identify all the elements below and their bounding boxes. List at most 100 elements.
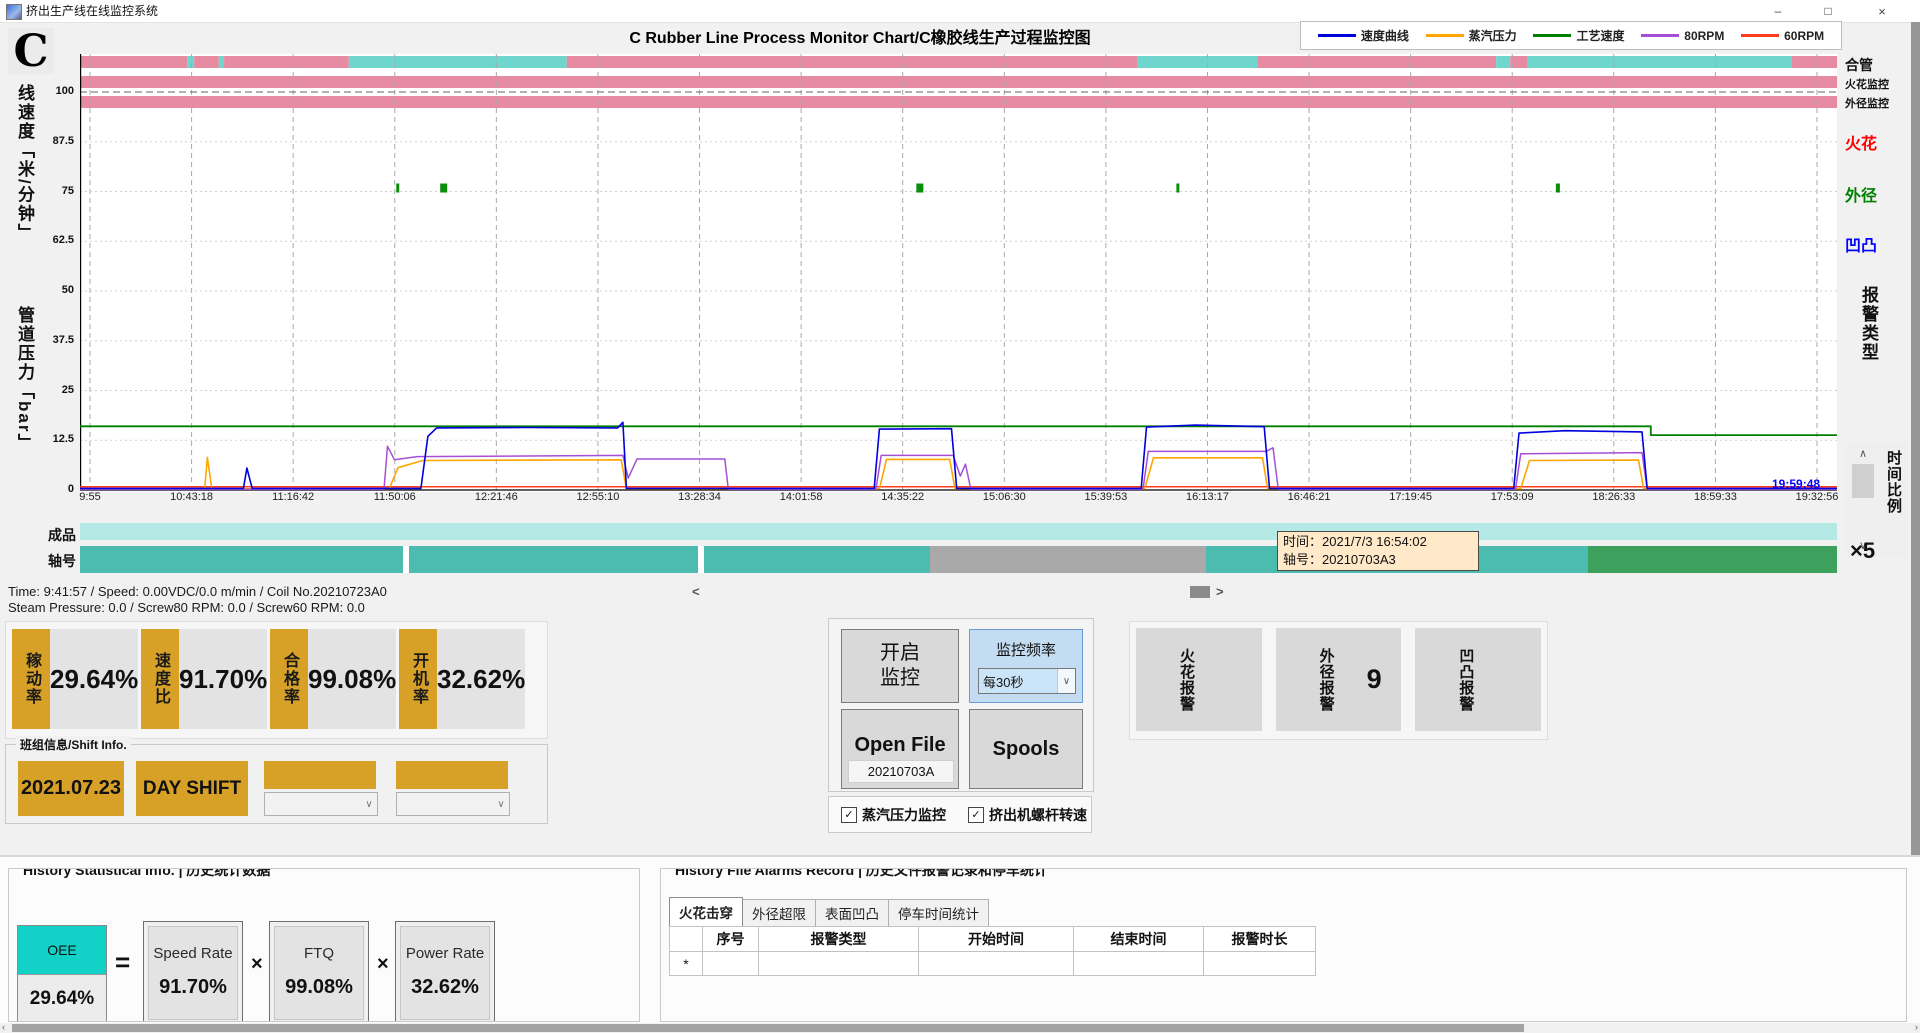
spools-label: Spools	[993, 738, 1060, 761]
monitor-frequency-panel: 监控频率 每30秒 ∨	[969, 629, 1083, 703]
row-selector[interactable]: *	[669, 952, 703, 976]
kpi-box: 速度比91.70%	[141, 629, 257, 729]
alarms-record-title: History File Alarms Record | 历史文件报警记录和停车…	[671, 868, 1052, 880]
y-axis-label-line-speed: 线速度「米/分钟」	[12, 84, 37, 243]
chevron-down-icon: ∨	[361, 799, 377, 810]
scroll-up-icon[interactable]: ∧	[1859, 446, 1867, 462]
monitor-options-panel: ✓ 蒸汽压力监控 ✓ 挤出机螺杆转速	[828, 796, 1092, 833]
alarms-table: 序号报警类型开始时间结束时间报警时长*	[669, 926, 1316, 976]
table-cell	[759, 952, 919, 976]
factor-value: 91.70%	[159, 976, 227, 999]
shift-extra-box-2	[396, 761, 508, 789]
legend-label: 60RPM	[1784, 29, 1824, 43]
legend-line-swatch	[1641, 34, 1679, 37]
scroll-left-icon[interactable]: ‹	[2, 1022, 5, 1032]
app-icon	[6, 4, 22, 20]
shift-group-title: 班组信息/Shift Info.	[16, 736, 131, 753]
page-horizontal-scrollbar[interactable]: ‹ ›	[0, 1023, 1920, 1033]
od-alarm-mark	[440, 184, 447, 193]
kpi-value: 32.62%	[437, 629, 525, 729]
od-alarm-mark	[1556, 184, 1560, 193]
chart-scroll-right-icon[interactable]: >	[1216, 584, 1224, 599]
shift-extra-box-1	[264, 761, 376, 789]
process-monitor-chart[interactable]	[80, 54, 1837, 494]
spool-tooltip: 时间：2021/7/3 16:54:02 轴号：20210703A3	[1277, 531, 1479, 571]
column-header: 序号	[703, 926, 759, 952]
factor-box: Speed Rate91.70%	[143, 921, 243, 1022]
band-segment	[704, 546, 931, 573]
legend-line-swatch	[1741, 34, 1779, 37]
steam-pressure-checkbox-item[interactable]: ✓ 蒸汽压力监控	[841, 805, 946, 825]
minimize-button[interactable]: –	[1756, 0, 1800, 22]
chevron-down-icon: ∨	[493, 799, 509, 810]
kpi-value: 29.64%	[50, 629, 138, 729]
factor-value: 32.62%	[411, 976, 479, 999]
oee-value: 29.64%	[18, 974, 106, 1022]
chart-legend: 速度曲线蒸汽压力工艺速度80RPM60RPM	[1300, 21, 1842, 50]
factor-label: Power Rate	[406, 945, 484, 962]
row-label-spool: 轴号	[28, 551, 76, 571]
close-button[interactable]: ×	[1860, 0, 1904, 22]
spools-button[interactable]: Spools	[969, 709, 1083, 789]
y-axis-tick-label: 75	[62, 185, 74, 197]
start-monitor-button[interactable]: 开启 监控	[841, 629, 959, 703]
tooltip-spool: 轴号：20210703A3	[1283, 551, 1473, 569]
table-cell	[1204, 952, 1316, 976]
row-selector-header	[669, 926, 703, 952]
table-cell	[703, 952, 759, 976]
maximize-button[interactable]: □	[1806, 0, 1850, 22]
chart-current-time: 19:59:48	[1772, 477, 1820, 491]
y-axis-tick-label: 87.5	[53, 135, 74, 147]
y-axis-label-pipe-pressure: 管道压力「bar」	[12, 306, 37, 452]
title-bar: 挤出生产线在线监控系统 – □ ×	[0, 0, 1920, 23]
legend-label: 80RPM	[1684, 29, 1724, 43]
monitor-frequency-label: 监控频率	[970, 639, 1082, 660]
time-scale-scrollbar-thumb[interactable]	[1852, 464, 1874, 498]
checkbox-checked-icon[interactable]: ✓	[968, 807, 984, 823]
label-bump-alarm: 凹凸	[1845, 232, 1877, 256]
tab-4[interactable]: 停车时间统计	[889, 899, 989, 927]
alarms-tab-strip: 火花击穿外径超限表面凹凸停车时间统计	[669, 897, 989, 927]
checkbox-checked-icon[interactable]: ✓	[841, 807, 857, 823]
legend-item: 蒸汽压力	[1426, 27, 1517, 44]
scroll-right-icon[interactable]: ›	[1915, 1022, 1918, 1032]
chart-scroll-left-icon[interactable]: <	[692, 584, 700, 599]
status-line2: Steam Pressure: 0.0 / Screw80 RPM: 0.0 /…	[8, 600, 387, 616]
oee-label: OEE	[18, 926, 106, 974]
y-axis-tick-label: 37.5	[53, 334, 74, 346]
kpi-panel: 稼动率29.64%速度比91.70% 合格率99.08%开机率32.62%	[5, 621, 548, 739]
page-scrollbar-thumb[interactable]	[12, 1024, 1524, 1032]
y-axis-tick-label: 50	[62, 284, 74, 296]
tab-3[interactable]: 表面凹凸	[816, 899, 889, 927]
open-file-button[interactable]: Open File 20210703A	[841, 709, 959, 789]
chart-plot-area[interactable]	[80, 54, 1837, 494]
shift-info-group: 班组信息/Shift Info. 2021.07.23 DAY SHIFT ∨ …	[5, 744, 548, 824]
kpi-label: 合格率	[270, 629, 308, 729]
finished-product-band[interactable]	[80, 523, 1837, 540]
screw-speed-checkbox-item[interactable]: ✓ 挤出机螺杆转速	[968, 805, 1087, 825]
tab-1[interactable]: 火花击穿	[669, 897, 743, 927]
shift-combo-2[interactable]: ∨	[396, 792, 510, 816]
history-statistics-title: History Statistical Info. | 历史统计数据	[19, 868, 274, 880]
y-axis-tick-label: 12.5	[53, 433, 74, 445]
label-alarm-type: 报警类型	[1856, 286, 1881, 362]
legend-line-swatch	[1318, 34, 1356, 37]
label-hetube: 合管	[1845, 55, 1873, 75]
window-title: 挤出生产线在线监控系统	[26, 0, 158, 22]
alarm-counter-box: 外径报警9	[1276, 628, 1402, 731]
tab-2[interactable]: 外径超限	[743, 899, 816, 927]
kpi-label: 稼动率	[12, 629, 50, 729]
legend-label: 蒸汽压力	[1469, 27, 1517, 44]
chart-scrollbar-thumb[interactable]	[1190, 586, 1210, 598]
label-od-monitor: 外径监控	[1845, 95, 1889, 111]
shift-combo-1[interactable]: ∨	[264, 792, 378, 816]
band-segment	[1588, 546, 1837, 573]
spool-number-band[interactable]	[80, 546, 1837, 573]
monitor-frequency-select[interactable]: 每30秒 ∨	[978, 668, 1076, 694]
equals-sign: =	[115, 947, 130, 978]
kpi-value: 99.08%	[308, 629, 396, 729]
factor-inner: Power Rate 32.62%	[400, 926, 490, 1020]
kpi-box: 开机率32.62%	[399, 629, 515, 729]
oee-box: OEE 29.64%	[17, 925, 107, 1022]
table-row: *	[669, 952, 1316, 976]
